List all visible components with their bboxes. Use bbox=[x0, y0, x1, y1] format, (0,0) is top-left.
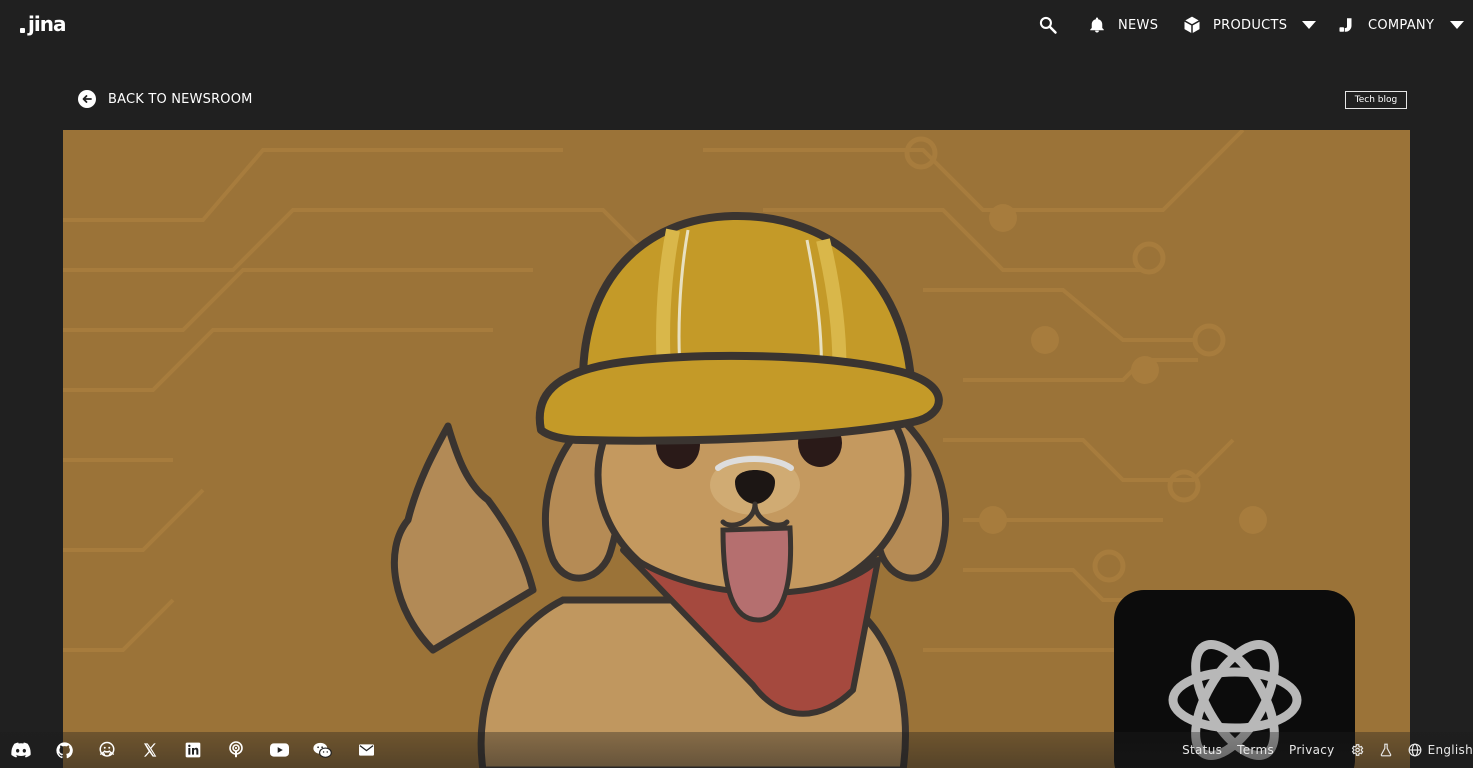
linkedin-link[interactable] bbox=[182, 732, 204, 768]
logo-text: jina bbox=[28, 12, 66, 36]
huggingface-link[interactable] bbox=[96, 732, 118, 768]
youtube-icon bbox=[269, 743, 289, 757]
bell-icon bbox=[1090, 17, 1104, 33]
hero-illustration bbox=[63, 130, 1410, 768]
wechat-icon bbox=[312, 742, 332, 758]
nav-news-label: NEWS bbox=[1118, 17, 1159, 33]
company-logo-icon bbox=[1339, 18, 1352, 32]
email-link[interactable] bbox=[355, 732, 377, 768]
nav-products-label: PRODUCTS bbox=[1213, 17, 1288, 33]
linkedin-icon bbox=[185, 742, 201, 758]
search-icon bbox=[1039, 16, 1057, 34]
email-icon bbox=[358, 744, 374, 756]
podcast-link[interactable] bbox=[225, 732, 247, 768]
search-button[interactable] bbox=[1038, 0, 1058, 50]
x-icon bbox=[144, 743, 157, 757]
jina-logo[interactable]: jina bbox=[20, 12, 66, 36]
nav-company[interactable]: COMPANY bbox=[1338, 0, 1465, 50]
top-navigation: jina NEWS PRODUCTS COMPANY bbox=[0, 0, 1473, 50]
github-icon bbox=[55, 741, 73, 758]
x-link[interactable] bbox=[139, 732, 161, 768]
nav-products[interactable]: PRODUCTS bbox=[1182, 0, 1317, 50]
podcast-icon bbox=[229, 741, 243, 758]
flask-icon bbox=[1380, 743, 1391, 757]
github-link[interactable] bbox=[53, 732, 75, 768]
wechat-link[interactable] bbox=[311, 732, 333, 768]
nav-company-label: COMPANY bbox=[1368, 17, 1435, 33]
language-label: English bbox=[1427, 743, 1473, 757]
nav-news[interactable]: NEWS bbox=[1088, 0, 1158, 50]
globe-icon bbox=[1408, 743, 1421, 757]
chevron-down-icon bbox=[1302, 21, 1317, 29]
discord-link[interactable] bbox=[10, 732, 32, 768]
labs-button[interactable] bbox=[1379, 743, 1393, 757]
privacy-link[interactable]: Privacy bbox=[1289, 743, 1335, 757]
terms-link[interactable]: Terms bbox=[1237, 743, 1274, 757]
cube-icon bbox=[1184, 16, 1200, 34]
status-link[interactable]: Status bbox=[1182, 743, 1222, 757]
chevron-down-icon bbox=[1450, 21, 1465, 29]
tech-blog-tag[interactable]: Tech blog bbox=[1345, 91, 1407, 109]
discord-icon bbox=[11, 742, 31, 758]
footer-bar: Status Terms Privacy English bbox=[0, 732, 1473, 768]
footer-links: Status Terms Privacy English bbox=[1167, 732, 1473, 768]
huggingface-icon bbox=[99, 741, 115, 757]
hero-image bbox=[63, 130, 1410, 768]
youtube-link[interactable] bbox=[268, 732, 290, 768]
settings-button[interactable] bbox=[1350, 743, 1364, 757]
arrow-left-icon bbox=[78, 90, 96, 108]
logo-dot bbox=[20, 27, 25, 33]
back-label: BACK TO NEWSROOM bbox=[108, 91, 253, 107]
back-to-newsroom-link[interactable]: BACK TO NEWSROOM bbox=[78, 90, 253, 108]
gear-icon bbox=[1351, 744, 1363, 756]
language-selector[interactable]: English bbox=[1408, 743, 1473, 757]
